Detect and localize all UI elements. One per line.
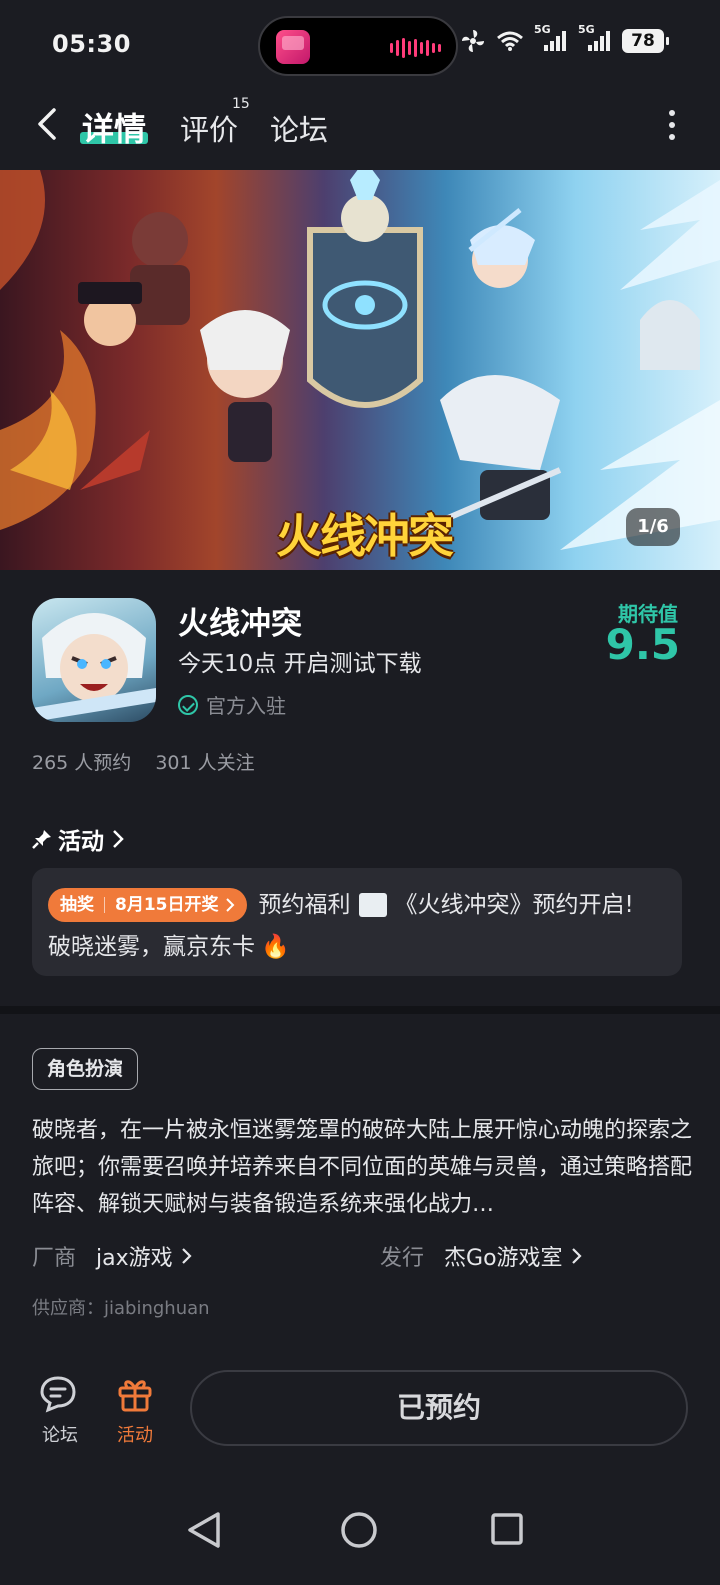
activity-line-1: 抽奖 8月15日开奖 预约福利 《火线冲突》预约开启! (48, 884, 666, 926)
section-divider (0, 1006, 720, 1014)
cellular-signal-2: 5G (578, 23, 612, 53)
developer-row[interactable]: 厂商 jax游戏 (32, 1240, 193, 1272)
chevron-right-icon (181, 1248, 192, 1264)
bottom-forum-button[interactable]: 论坛 (30, 1374, 90, 1447)
gift-icon (118, 1380, 152, 1412)
official-badge: 官方入驻 (178, 690, 286, 719)
genre-tag[interactable]: 角色扮演 (32, 1048, 139, 1090)
back-arrow-icon[interactable] (30, 104, 70, 144)
activity-section-header[interactable]: 活动 (32, 822, 124, 856)
app-icon-artwork (32, 613, 156, 722)
system-navigation-bar (0, 1490, 720, 1585)
supplier-info: 供应商：jiabinghuan (32, 1298, 210, 1319)
chevron-right-icon (225, 898, 234, 912)
fire-icon: 🔥 (261, 934, 290, 960)
hero-banner[interactable]: 火线冲突 1/6 (0, 170, 720, 570)
activity-heading: 活动 (58, 829, 104, 855)
top-nav: 详情 评价 15 论坛 (0, 90, 720, 170)
audio-wave-icon (390, 38, 441, 58)
reservation-count: 265 人预约 (32, 752, 132, 774)
dynamic-island[interactable] (258, 16, 458, 76)
banner-game-logo: 火线冲突 (276, 509, 454, 563)
app-icon (32, 598, 156, 722)
developer-label: 厂商 (32, 1246, 77, 1271)
activity-line-2: 破晓迷雾，赢京东卡 🔥 (48, 926, 666, 968)
music-app-icon (276, 30, 310, 64)
publisher-label: 发行 (380, 1246, 425, 1271)
bottom-forum-label: 论坛 (42, 1425, 78, 1446)
nav-home-icon[interactable] (341, 1512, 377, 1548)
reserved-button[interactable]: 已预约 (190, 1370, 688, 1446)
bottom-activity-button[interactable]: 活动 (105, 1374, 165, 1447)
app-title: 火线冲突 (178, 606, 302, 642)
status-bar: 05:30 5G 5G 78 (0, 0, 720, 90)
expectation-score: 9.5 (605, 620, 680, 669)
chat-bubble-icon (40, 1376, 76, 1413)
nav-recents-icon[interactable] (491, 1513, 523, 1545)
app-stats: 265 人预约 301 人关注 (32, 748, 255, 775)
activity-card[interactable]: 抽奖 8月15日开奖 预约福利 《火线冲突》预约开启! 破晓迷雾，赢京东卡 🔥 (32, 868, 682, 976)
nav-back-icon[interactable] (188, 1512, 220, 1548)
review-count-badge: 15 (232, 96, 250, 112)
publisher-name: 杰Go游戏室 (444, 1246, 563, 1271)
chevron-right-icon (571, 1248, 582, 1264)
app-subtitle: 今天10点 开启测试下载 (178, 651, 422, 677)
fan-icon (462, 30, 484, 52)
envelope-icon (358, 893, 387, 917)
tab-reviews[interactable]: 评价 (180, 107, 238, 149)
tab-details[interactable]: 详情 (82, 104, 146, 150)
lottery-badge: 抽奖 8月15日开奖 (48, 888, 247, 922)
battery-indicator: 78 (622, 29, 669, 53)
more-options-icon[interactable] (668, 110, 676, 140)
tab-forum[interactable]: 论坛 (270, 107, 328, 149)
publisher-row[interactable]: 发行 杰Go游戏室 (380, 1240, 583, 1272)
status-icons: 5G 5G 78 (460, 23, 669, 54)
banner-page-counter: 1/6 (626, 508, 680, 546)
follower-count: 301 人关注 (155, 752, 255, 774)
bottom-activity-label: 活动 (117, 1425, 153, 1446)
cellular-signal-1: 5G (534, 23, 568, 53)
wifi-icon (497, 31, 523, 51)
official-label: 官方入驻 (206, 694, 286, 718)
verified-check-icon (178, 694, 198, 715)
status-time: 05:30 (52, 30, 131, 58)
developer-name: jax游戏 (96, 1246, 173, 1271)
chevron-right-icon (113, 830, 124, 848)
pin-icon (32, 830, 51, 849)
game-description[interactable]: 破晓者，在一片被永恒迷雾笼罩的破碎大陆上展开惊心动魄的探索之旅吧；你需要召唤并培… (32, 1112, 692, 1223)
